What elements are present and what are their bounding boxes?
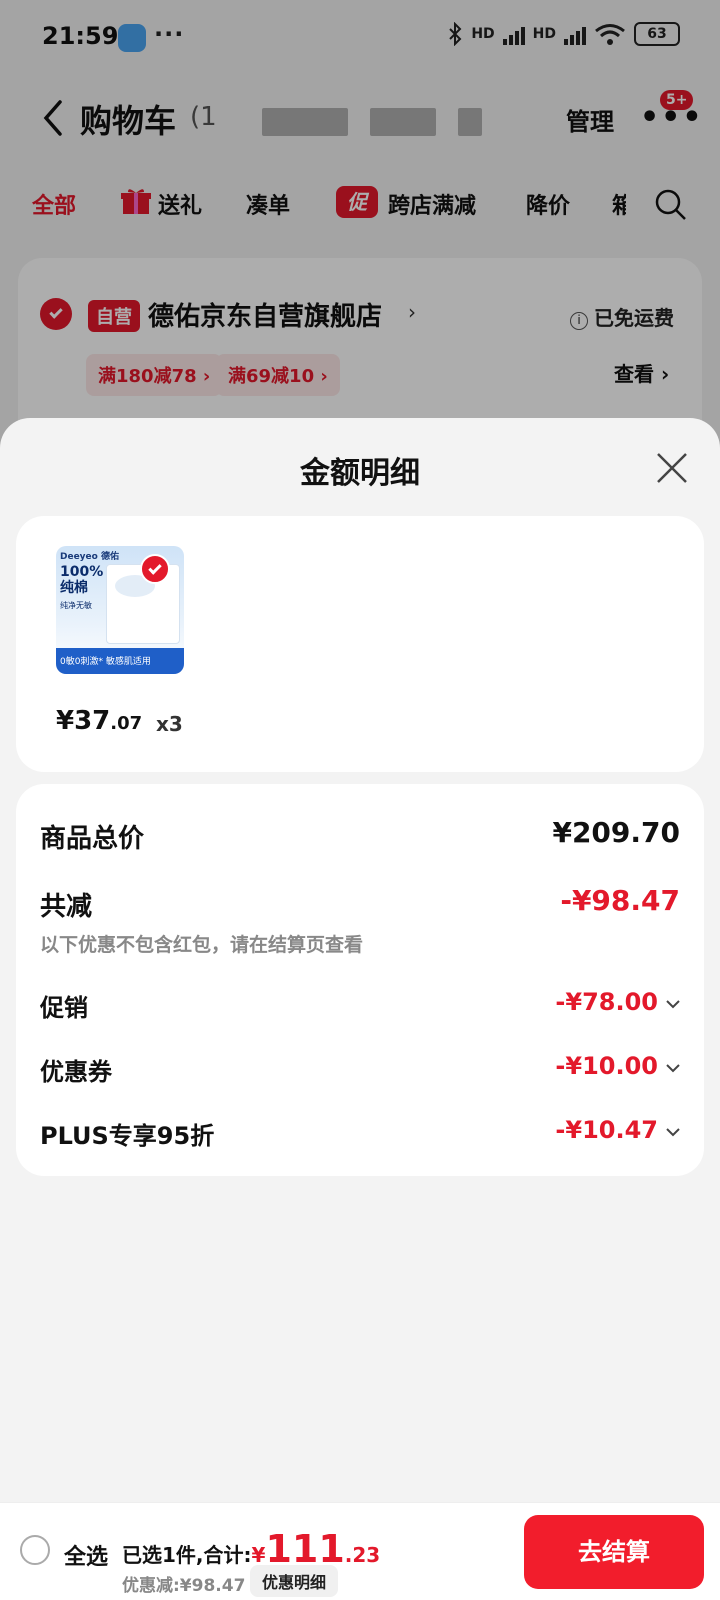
watermark: 阿妥妥 xyxy=(296,744,368,772)
coupon-label: 优惠券 xyxy=(40,1058,112,1086)
select-all-label[interactable]: 全选 xyxy=(64,1539,108,1571)
plus-discount-label: PLUS专享95折 xyxy=(40,1122,215,1150)
chevron-down-icon[interactable] xyxy=(666,999,680,1009)
plus-discount-value[interactable]: -¥10.47 xyxy=(555,1116,658,1144)
product-price: ¥37.07 xyxy=(56,706,143,736)
promotion-label: 促销 xyxy=(40,994,88,1022)
total-price-value: ¥209.70 xyxy=(552,816,680,849)
thumb-brand: Deeyeo 德佑 xyxy=(60,552,119,562)
amount-detail-sheet: 金额明细 Deeyeo 德佑 100% 纯棉 纯净无敏 0敏0刺激* 敏感肌适用… xyxy=(0,418,720,1600)
order-total: 已选1件,合计:¥111.23 xyxy=(122,1527,381,1571)
sheet-title: 金额明细 xyxy=(300,456,420,491)
discount-total-label: 共减 xyxy=(40,892,93,922)
chevron-down-icon[interactable] xyxy=(666,1063,680,1073)
thumb-subtitle: 纯净无敏 xyxy=(60,601,92,610)
product-selected-check-icon xyxy=(140,554,170,584)
discount-note: 以下优惠不包含红包，请在结算页查看 xyxy=(40,934,364,956)
promotion-value[interactable]: -¥78.00 xyxy=(555,988,658,1016)
select-all-checkbox[interactable] xyxy=(20,1535,50,1565)
checkout-button[interactable]: 去结算 xyxy=(524,1515,704,1589)
total-discount: 优惠减:¥98.47 xyxy=(122,1576,246,1596)
price-breakdown-card: 商品总价 ¥209.70 共减 -¥98.47 以下优惠不包含红包，请在结算页查… xyxy=(16,784,704,1176)
product-card: Deeyeo 德佑 100% 纯棉 纯净无敏 0敏0刺激* 敏感肌适用 ¥37.… xyxy=(16,516,704,772)
chevron-down-icon[interactable] xyxy=(666,1127,680,1137)
product-thumbnail[interactable]: Deeyeo 德佑 100% 纯棉 纯净无敏 0敏0刺激* 敏感肌适用 xyxy=(56,546,184,674)
product-quantity: x3 xyxy=(156,712,183,736)
total-price-label: 商品总价 xyxy=(40,824,145,854)
discount-total-value: -¥98.47 xyxy=(560,884,680,917)
close-icon[interactable] xyxy=(652,448,692,488)
checkout-bar: 全选 已选1件,合计:¥111.23 优惠减:¥98.47 优惠明细 去结算 xyxy=(0,1502,720,1600)
coupon-value[interactable]: -¥10.00 xyxy=(555,1052,658,1080)
thumb-title: 100% 纯棉 xyxy=(60,564,104,596)
discount-detail-button[interactable]: 优惠明细 xyxy=(250,1565,339,1597)
thumb-banner-text: 0敏0刺激* 敏感肌适用 xyxy=(60,657,151,667)
